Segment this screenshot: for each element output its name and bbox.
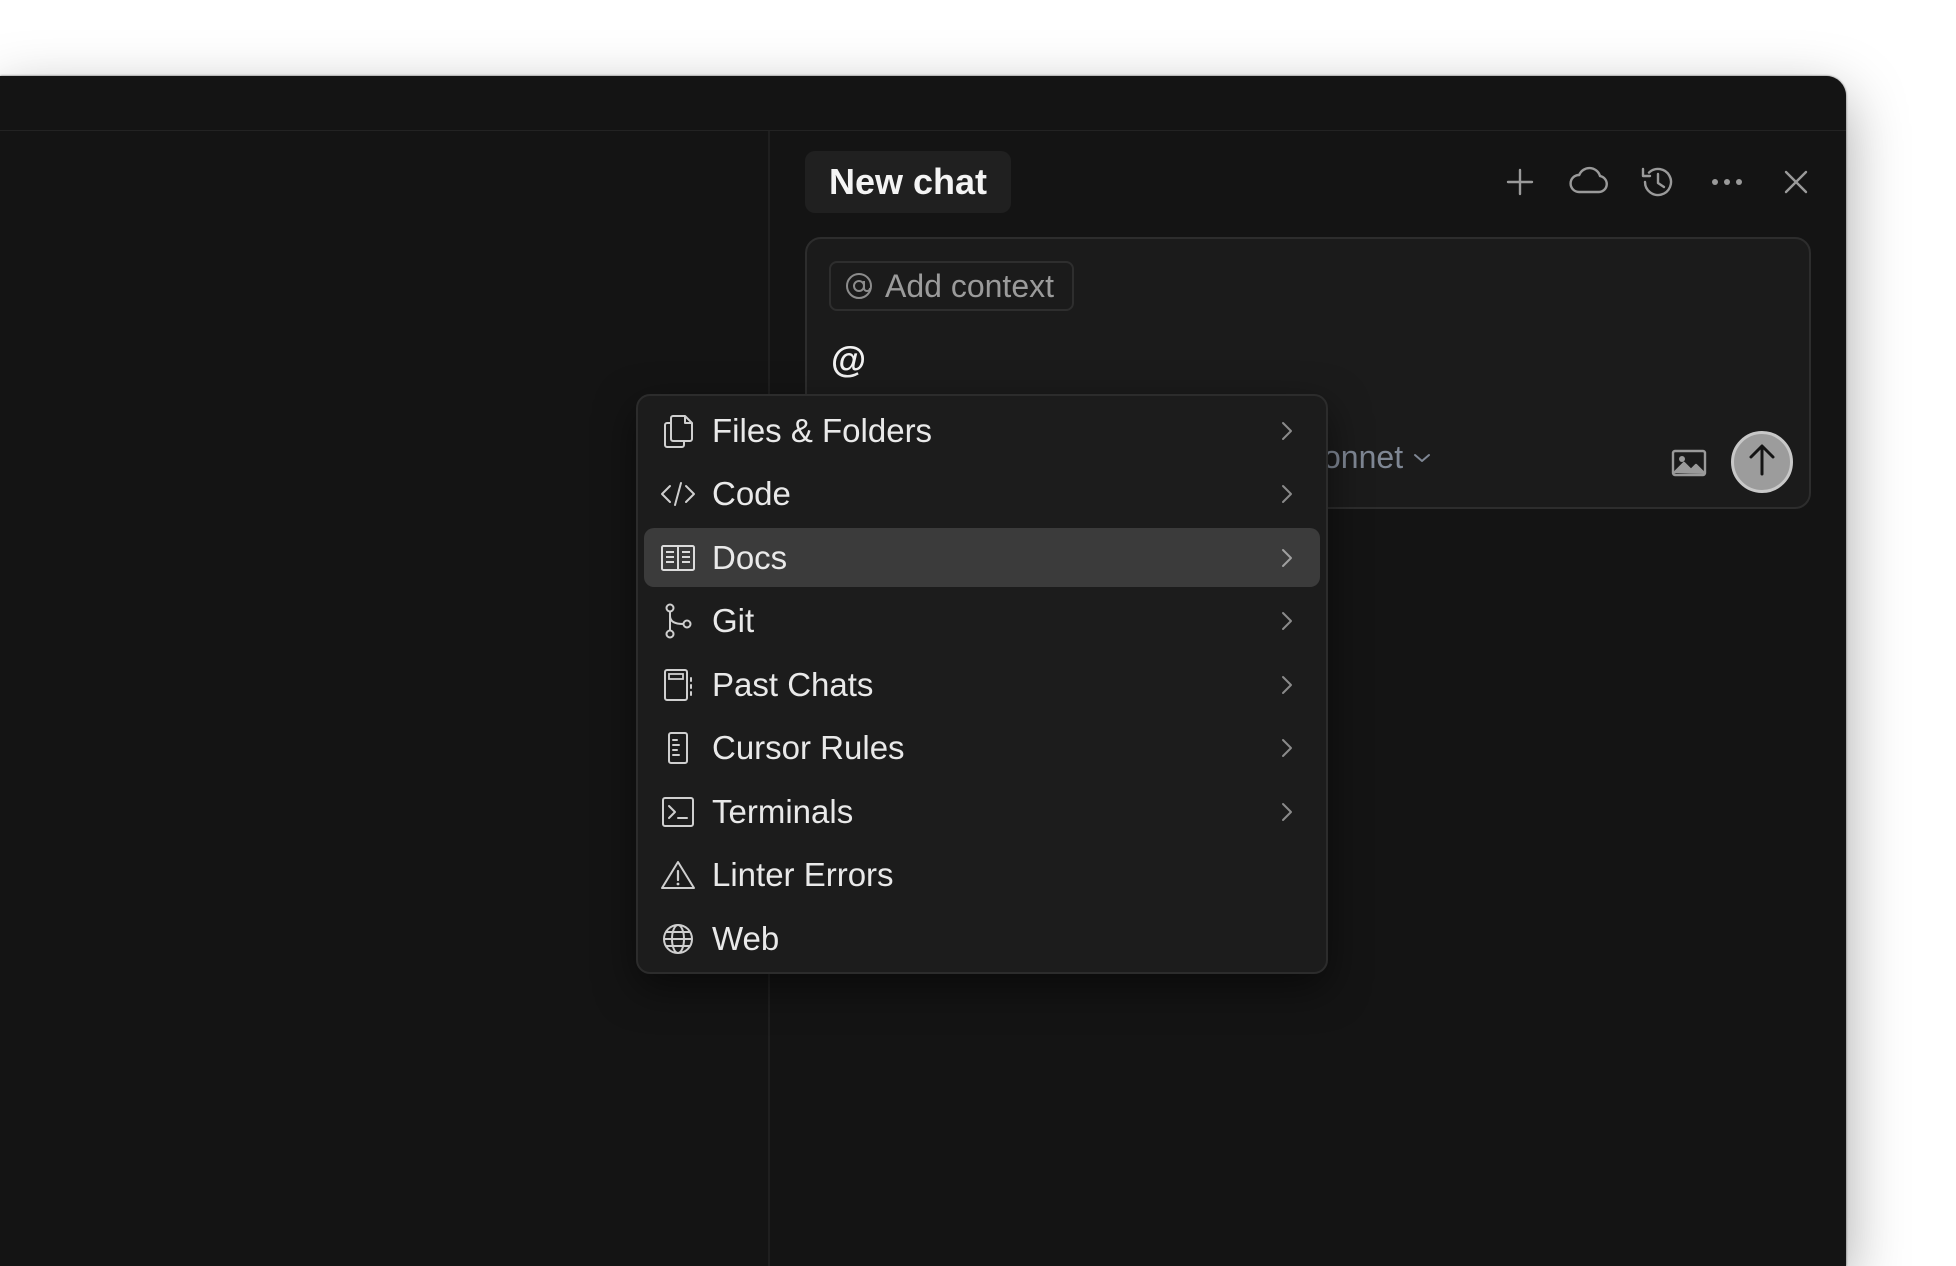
files-icon [658, 411, 698, 451]
chat-header-actions [1476, 151, 1821, 213]
menu-item-code[interactable]: Code [644, 465, 1320, 524]
add-context-label: Add context [885, 267, 1054, 304]
terminal-icon [658, 792, 698, 832]
cloud-icon [1568, 166, 1610, 198]
globe-icon [658, 919, 698, 959]
warning-icon [658, 855, 698, 895]
chevron-right-icon [1276, 674, 1298, 696]
arrow-up-icon [1747, 443, 1777, 482]
close-chat-button[interactable] [1771, 157, 1821, 207]
menu-item-label: Past Chats [712, 665, 874, 703]
menu-item-label: Cursor Rules [712, 729, 905, 766]
chat-header: New chat [805, 151, 1821, 213]
chat-tab-title: New chat [829, 161, 988, 202]
background-agent-button[interactable] [1564, 157, 1614, 207]
more-icon [1710, 177, 1744, 187]
history-icon [1639, 163, 1677, 201]
menu-item-label: Linter Errors [712, 856, 894, 893]
add-context-button[interactable]: Add context [829, 261, 1074, 311]
rules-icon [658, 728, 698, 768]
menu-item-label: Git [712, 602, 755, 639]
chevron-right-icon [1276, 737, 1298, 759]
title-bar [0, 76, 1846, 131]
menu-item-cursor-rules[interactable]: Cursor Rules [644, 719, 1320, 778]
chevron-right-icon [1276, 801, 1298, 823]
chat-tab-new-chat[interactable]: New chat [805, 151, 1012, 213]
menu-item-label: Web [712, 919, 780, 957]
more-options-button[interactable] [1702, 157, 1752, 207]
menu-item-web[interactable]: Web [644, 909, 1320, 968]
chat-history-button[interactable] [1633, 157, 1683, 207]
at-sign-icon [843, 270, 875, 302]
book-icon [658, 538, 698, 578]
menu-item-terminals[interactable]: Terminals [644, 782, 1320, 841]
chevron-right-icon [1276, 547, 1298, 569]
menu-item-docs[interactable]: Docs [644, 528, 1320, 587]
chevron-right-icon [1276, 420, 1298, 442]
context-mention-menu: Files & Folders Code Docs Git Past Chats… [636, 394, 1328, 974]
chat-history-icon [658, 665, 698, 705]
attach-image-button[interactable] [1669, 445, 1709, 485]
code-icon [658, 474, 698, 514]
new-chat-button[interactable] [1495, 157, 1545, 207]
close-icon [1782, 168, 1810, 196]
plus-icon [1504, 166, 1536, 198]
chevron-right-icon [1276, 610, 1298, 632]
chat-input[interactable]: @ [831, 339, 866, 381]
menu-item-files-folders[interactable]: Files & Folders [644, 401, 1320, 460]
menu-item-git[interactable]: Git [644, 592, 1320, 651]
chevron-down-icon [1413, 452, 1431, 464]
menu-item-label: Docs [712, 538, 788, 576]
git-branch-icon [658, 601, 698, 641]
image-icon [1671, 449, 1707, 482]
chevron-right-icon [1276, 483, 1298, 505]
menu-item-past-chats[interactable]: Past Chats [644, 655, 1320, 714]
send-button[interactable] [1731, 431, 1793, 493]
menu-item-label: Terminals [712, 792, 854, 830]
menu-item-label: Files & Folders [712, 411, 933, 449]
menu-item-linter-errors[interactable]: Linter Errors [644, 846, 1320, 905]
menu-item-label: Code [712, 475, 791, 512]
